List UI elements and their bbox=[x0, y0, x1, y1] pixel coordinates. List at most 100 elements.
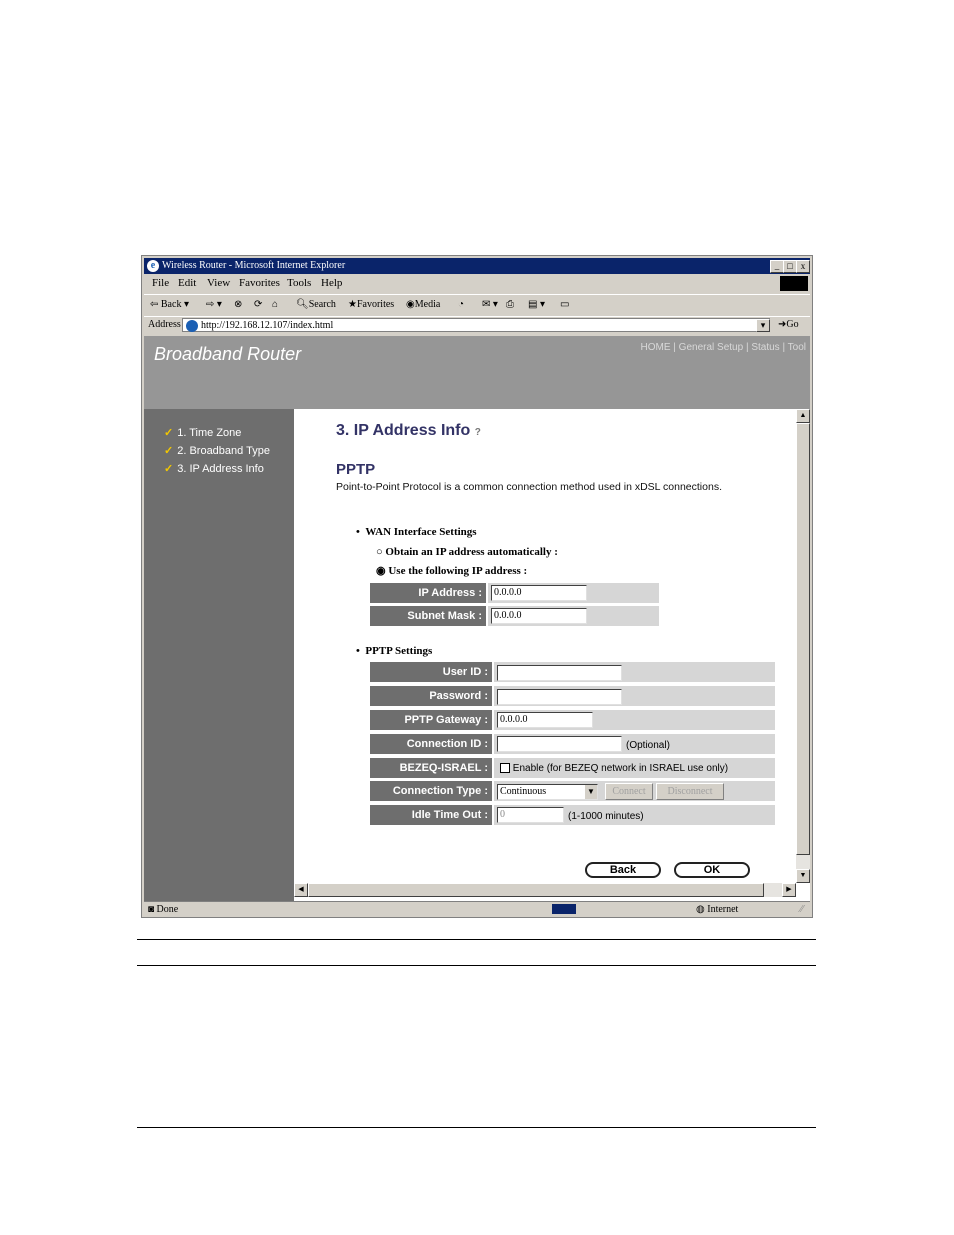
go-button[interactable]: ➜Go bbox=[778, 319, 799, 330]
user-id-label: User ID : bbox=[370, 662, 492, 682]
page-viewport: Broadband Router HOME | General Setup | … bbox=[144, 336, 810, 901]
menu-help[interactable]: Help bbox=[321, 277, 342, 289]
check-icon: ✓ bbox=[164, 445, 174, 457]
router-header: Broadband Router HOME | General Setup | … bbox=[144, 336, 810, 409]
connection-type-select[interactable]: Continuous ▼ bbox=[497, 784, 598, 800]
sidebar-item-label: 3. IP Address Info bbox=[177, 463, 264, 475]
discuss-icon[interactable]: ▭ bbox=[560, 299, 569, 310]
address-dropdown-icon[interactable]: ▾ bbox=[756, 319, 770, 332]
top-navigation[interactable]: HOME | General Setup | Status | Tool bbox=[641, 342, 806, 353]
address-bar: Address http://192.168.12.107/index.html… bbox=[144, 316, 810, 335]
page-divider bbox=[137, 939, 816, 940]
pptp-heading-text: PPTP Settings bbox=[365, 645, 433, 657]
status-text: Done bbox=[156, 904, 179, 915]
main-content: 3. IP Address Info ? PPTP Point-to-Point… bbox=[294, 409, 796, 883]
sidebar-item-time-zone[interactable]: ✓ 1. Time Zone bbox=[164, 426, 241, 439]
chevron-down-icon[interactable]: ▼ bbox=[585, 785, 597, 799]
ie-logo-icon: e bbox=[147, 260, 159, 272]
horizontal-scroll-thumb[interactable] bbox=[308, 883, 764, 897]
scroll-thumb[interactable] bbox=[796, 423, 810, 855]
section-title: PPTP bbox=[336, 461, 376, 478]
radio-obtain-auto[interactable]: ○ Obtain an IP address automatically : bbox=[376, 546, 558, 558]
scroll-left-icon[interactable]: ◀ bbox=[294, 883, 308, 897]
pptp-gateway-label: PPTP Gateway : bbox=[370, 710, 492, 730]
radio-auto-label: Obtain an IP address automatically : bbox=[385, 546, 558, 558]
ip-address-input[interactable]: 0.0.0.0 bbox=[491, 585, 587, 601]
checkbox-icon[interactable] bbox=[500, 763, 510, 774]
bezeq-enable-label: Enable (for BEZEQ network in ISRAEL use … bbox=[512, 763, 729, 774]
zone-text: Internet bbox=[707, 904, 739, 915]
scroll-down-icon[interactable]: ▼ bbox=[796, 869, 810, 883]
go-label: Go bbox=[786, 319, 799, 330]
radio-checked-icon[interactable]: ◉ bbox=[376, 565, 386, 577]
stop-icon[interactable]: ⊗ bbox=[234, 299, 242, 310]
connection-id-label: Connection ID : bbox=[370, 734, 492, 754]
pptp-settings-heading: • PPTP Settings bbox=[356, 645, 433, 657]
home-icon[interactable]: ⌂ bbox=[272, 299, 278, 310]
page-title: 3. IP Address Info ? bbox=[336, 422, 481, 440]
toolbar: ⇦ Back ▾ ⇨ ▾ ⊗ ⟳ ⌂ 🔍︎Search ★Favorites ◉… bbox=[144, 294, 810, 315]
media-button[interactable]: ◉Media bbox=[406, 299, 440, 310]
minimize-button[interactable]: _ bbox=[770, 260, 784, 273]
idle-time-unit: (1-1000 minutes) bbox=[568, 811, 644, 822]
search-button[interactable]: 🔍︎Search bbox=[296, 299, 336, 310]
connect-button[interactable]: Connect bbox=[605, 783, 653, 800]
title-bar: e Wireless Router - Microsoft Internet E… bbox=[144, 258, 810, 274]
menu-edit[interactable]: Edit bbox=[178, 277, 196, 289]
section-description: Point-to-Point Protocol is a common conn… bbox=[336, 481, 722, 493]
connection-id-input[interactable] bbox=[497, 736, 622, 752]
print-icon[interactable]: ⎙ bbox=[506, 299, 514, 310]
menu-tools[interactable]: Tools bbox=[287, 277, 311, 289]
page-title-text: 3. IP Address Info bbox=[336, 422, 471, 439]
scroll-up-icon[interactable]: ▲ bbox=[796, 409, 810, 423]
horizontal-scrollbar[interactable]: ◀ ▶ bbox=[294, 883, 796, 897]
disconnect-button[interactable]: Disconnect bbox=[656, 783, 724, 800]
back-arrow-icon: ⇦ bbox=[150, 299, 159, 310]
edit-icon[interactable]: ▤ ▾ bbox=[528, 299, 545, 310]
pptp-gateway-input[interactable]: 0.0.0.0 bbox=[497, 712, 593, 728]
page-icon bbox=[186, 320, 198, 332]
close-button[interactable]: x bbox=[796, 260, 810, 273]
radio-use-following[interactable]: ◉ Use the following IP address : bbox=[376, 564, 527, 577]
user-id-input[interactable] bbox=[497, 665, 622, 681]
subnet-mask-input[interactable]: 0.0.0.0 bbox=[491, 608, 587, 624]
address-url: http://192.168.12.107/index.html bbox=[201, 320, 334, 331]
idle-time-out-input[interactable]: 0 bbox=[497, 807, 564, 823]
forward-button[interactable]: ⇨ ▾ bbox=[206, 299, 222, 310]
radio-unchecked-icon[interactable]: ○ bbox=[376, 546, 383, 558]
progress-indicator bbox=[552, 904, 576, 914]
globe-icon: ◍ bbox=[696, 904, 705, 915]
history-icon[interactable]: ◔ bbox=[458, 299, 464, 310]
vertical-scrollbar[interactable]: ▲ ▼ bbox=[796, 409, 810, 883]
sidebar-item-broadband-type[interactable]: ✓ 2. Broadband Type bbox=[164, 444, 270, 457]
back-button-page[interactable]: Back bbox=[585, 862, 661, 878]
mail-icon[interactable]: ✉ ▾ bbox=[482, 299, 498, 310]
ok-button[interactable]: OK bbox=[674, 862, 750, 878]
maximize-button[interactable]: □ bbox=[783, 260, 797, 273]
connection-type-label: Connection Type : bbox=[370, 781, 492, 801]
menu-file[interactable]: File bbox=[152, 277, 169, 289]
check-icon: ✓ bbox=[164, 463, 174, 475]
browser-window: e Wireless Router - Microsoft Internet E… bbox=[141, 255, 813, 918]
idle-time-out-label: Idle Time Out : bbox=[370, 805, 492, 825]
status-zone: ◍ Internet bbox=[696, 904, 738, 915]
scroll-right-icon[interactable]: ▶ bbox=[782, 883, 796, 897]
bezeq-enable-checkbox[interactable]: Enable (for BEZEQ network in ISRAEL use … bbox=[500, 763, 728, 774]
back-label: Back bbox=[160, 299, 182, 310]
password-input[interactable] bbox=[497, 689, 622, 705]
wizard-sidebar: ✓ 1. Time Zone ✓ 2. Broadband Type ✓ 3. IP … bbox=[144, 409, 294, 901]
sidebar-item-ip-address-info[interactable]: ✓ 3. IP Address Info bbox=[164, 462, 264, 475]
menu-view[interactable]: View bbox=[207, 277, 230, 289]
address-input[interactable]: http://192.168.12.107/index.html bbox=[182, 318, 770, 332]
help-icon[interactable]: ? bbox=[475, 427, 481, 438]
resize-grip-icon[interactable]: ⁄⁄ bbox=[800, 904, 803, 915]
subnet-mask-label: Subnet Mask : bbox=[370, 606, 486, 626]
menu-favorites[interactable]: Favorites bbox=[239, 277, 280, 289]
refresh-icon[interactable]: ⟳ bbox=[254, 299, 262, 310]
address-label: Address bbox=[148, 319, 181, 330]
brand-title: Broadband Router bbox=[154, 344, 302, 364]
back-button[interactable]: ⇦ Back ▾ bbox=[150, 299, 189, 310]
menu-bar: File Edit View Favorites Tools Help bbox=[144, 275, 810, 293]
favorites-button[interactable]: ★Favorites bbox=[348, 299, 394, 310]
password-label: Password : bbox=[370, 686, 492, 706]
